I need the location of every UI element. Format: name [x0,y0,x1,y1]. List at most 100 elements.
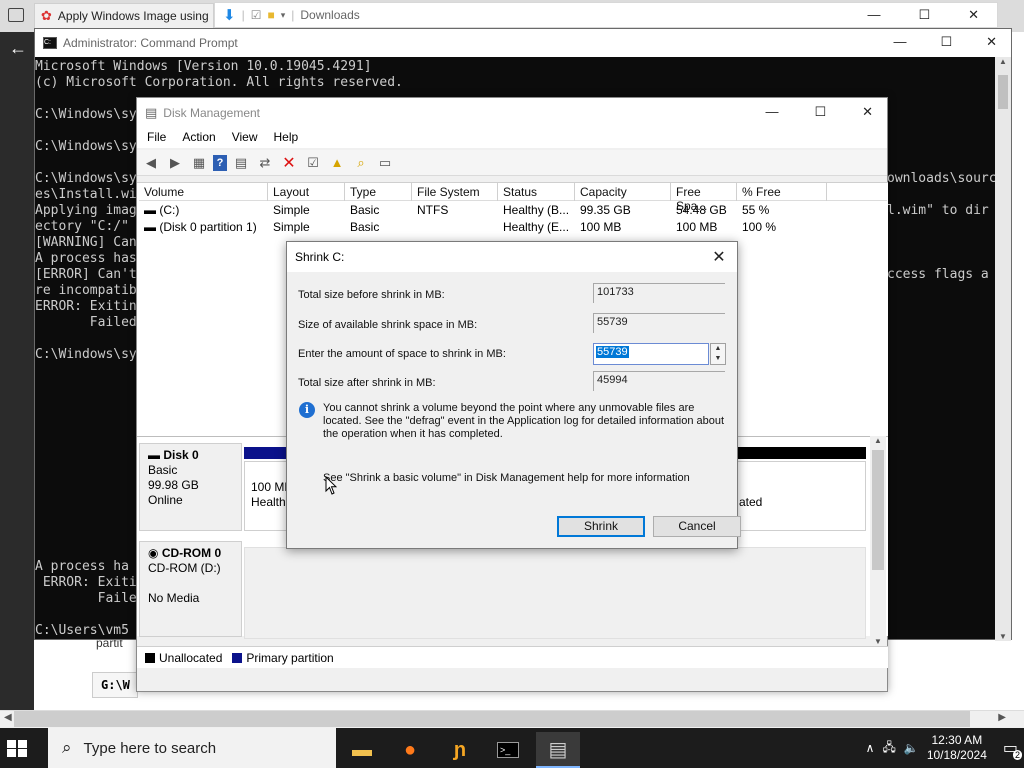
properties-view-icon[interactable]: ▤ [231,153,251,173]
cmd-line: es\Install.wi [35,187,137,202]
dm-titlebar: ▤ Disk Management — ☐ ✕ [137,98,887,128]
col-percent-free[interactable]: % Free [737,183,827,201]
col-layout[interactable]: Layout [268,183,345,201]
dm-close-button[interactable]: ✕ [862,104,873,120]
cmd-scrollbar[interactable]: ▲ ▼ [995,57,1011,641]
col-type[interactable]: Type [345,183,412,201]
shrink-button[interactable]: Shrink [557,516,645,537]
disk0-label[interactable]: ▬ Disk 0 Basic 99.98 GB Online [139,443,242,531]
file-explorer-icon[interactable]: ▬ [340,732,384,768]
scroll-down-icon[interactable]: ▼ [995,632,1011,641]
notifications-icon[interactable]: ▭ 2 [1003,738,1022,760]
scroll-up-icon[interactable]: ▲ [995,57,1011,66]
network-icon[interactable]: 🖧 [882,738,895,759]
graph-scrollbar[interactable]: ▲ ▼ [870,436,886,646]
browser-tab[interactable]: ✿ Apply Windows Image using [34,3,214,29]
shrink-amount-selected-text: 55739 [596,346,629,358]
disk0-name: Disk 0 [163,448,199,462]
col-free-space[interactable]: Free Spa... [671,183,737,213]
cmd-line: re incompatib [35,283,137,298]
tray-chevron-icon[interactable]: ∧ [866,741,875,755]
menu-view[interactable]: View [232,128,267,148]
show-hide-console-tree-icon[interactable]: ▦ [189,153,209,173]
available-space-label: Size of available shrink space in MB: [298,319,478,331]
scroll-left-icon[interactable]: ◀ [4,712,12,723]
taskbar-search-box[interactable]: ⌕ Type here to search [48,728,336,768]
shrink-dialog[interactable]: Shrink C: ✕ Total size before shrink in … [286,241,741,549]
table-row[interactable]: ▬ (C:) Simple Basic NTFS Healthy (B... 9… [139,202,827,219]
back-arrow-icon[interactable]: ← [9,38,27,59]
explorer-maximize-button[interactable]: ☐ [918,7,930,23]
shrink-amount-input[interactable]: 55739 [593,343,709,365]
dm-maximize-button[interactable]: ☐ [814,104,826,120]
cmd-line: A process ha [35,559,129,574]
app-icon[interactable]: ɲ [438,732,482,768]
menu-file[interactable]: File [147,128,175,148]
col-capacity[interactable]: Capacity [575,183,671,201]
menu-action[interactable]: Action [182,128,224,148]
connect-drive-icon[interactable]: ⇄ [255,153,275,173]
check-icon[interactable]: ☑ [303,153,323,173]
menu-help[interactable]: Help [274,128,308,148]
command-prompt-taskbar-icon[interactable]: >_ [486,732,530,768]
clock[interactable]: 12:30 AM 10/18/2024 [927,733,987,763]
stepper-down-icon[interactable]: ▼ [711,354,725,364]
cmd-minimize-button[interactable]: — [893,34,906,50]
explorer-minimize-button[interactable]: — [867,7,880,23]
cdrom0-label[interactable]: ◉ CD-ROM 0 CD-ROM (D:) No Media [139,541,242,637]
col-status[interactable]: Status [498,183,575,201]
graph-scrollbar-thumb[interactable] [872,450,884,570]
dropdown-icon[interactable]: ▾ [281,10,286,21]
shrink-close-button[interactable]: ✕ [709,247,729,267]
cell-free: 54.48 GB [676,203,727,217]
horizontal-scrollbar-thumb[interactable] [14,711,970,727]
col-file-system[interactable]: File System [412,183,498,201]
total-after-label: Total size after shrink in MB: [298,377,436,389]
search-folder-icon[interactable]: ⌕ [351,153,371,173]
windows-start-icon[interactable] [6,737,28,759]
browser-side-nav [0,32,34,710]
explorer-close-button[interactable]: ✕ [968,7,979,23]
stepper-up-icon[interactable]: ▲ [711,344,725,354]
cell-fs: NTFS [417,203,449,217]
cancel-button[interactable]: Cancel [653,516,741,537]
properties-icon[interactable]: ☑ [251,8,262,22]
import-icon[interactable]: ▲ [327,153,347,173]
cmd-title: Administrator: Command Prompt [63,36,238,50]
delete-icon[interactable]: ✕ [279,153,299,173]
volume-icon[interactable]: 🔈 [904,741,919,755]
scroll-down-icon[interactable]: ▼ [870,637,886,646]
cdrom-media-area [244,547,866,639]
tab-actions-icon[interactable] [8,8,24,22]
table-row[interactable]: ▬ (Disk 0 partition 1) Simple Basic Heal… [139,219,827,236]
cmd-scrollbar-thumb[interactable] [998,75,1008,109]
disk0-size: 99.98 GB [148,478,199,492]
forward-icon[interactable]: ▶ [165,153,185,173]
cmd-maximize-button[interactable]: ☐ [940,34,952,50]
info-icon: i [299,402,315,418]
cmd-line: C:\Windows\sy [35,139,137,154]
col-volume[interactable]: Volume [139,183,268,201]
help-icon[interactable]: ? [213,154,227,171]
search-placeholder: Type here to search [83,739,217,757]
shrink-amount-stepper[interactable]: ▲ ▼ [710,343,726,365]
back-icon[interactable]: ◀ [141,153,161,173]
scroll-up-icon[interactable]: ▲ [870,436,886,445]
disk-management-taskbar-icon[interactable]: ▤ [536,732,580,768]
cell-status: Healthy (E... [503,220,570,234]
cmd-line: (c) Microsoft Corporation. All rights re… [35,75,403,90]
volume-list-header: Volume Layout Type File System Status Ca… [139,183,887,213]
cmd-line: Applying imag [35,203,137,218]
scroll-right-icon[interactable]: ▶ [998,712,1006,723]
shrink-info-text: You cannot shrink a volume beyond the po… [323,402,725,440]
list-view-icon[interactable]: ▭ [375,153,395,173]
cmd-line: C:\Windows\sy [35,171,137,186]
partition-fragment: ated [739,495,763,509]
cell-volume: (C:) [159,203,180,217]
cmd-line: C:\Windows\sy [35,107,137,122]
dm-minimize-button[interactable]: — [765,104,778,120]
cmd-close-button[interactable]: ✕ [986,34,997,50]
firefox-icon[interactable]: ● [388,732,432,768]
cell-type: Basic [350,220,380,234]
cmd-line-fragment: ownloads\sourc [887,171,997,186]
